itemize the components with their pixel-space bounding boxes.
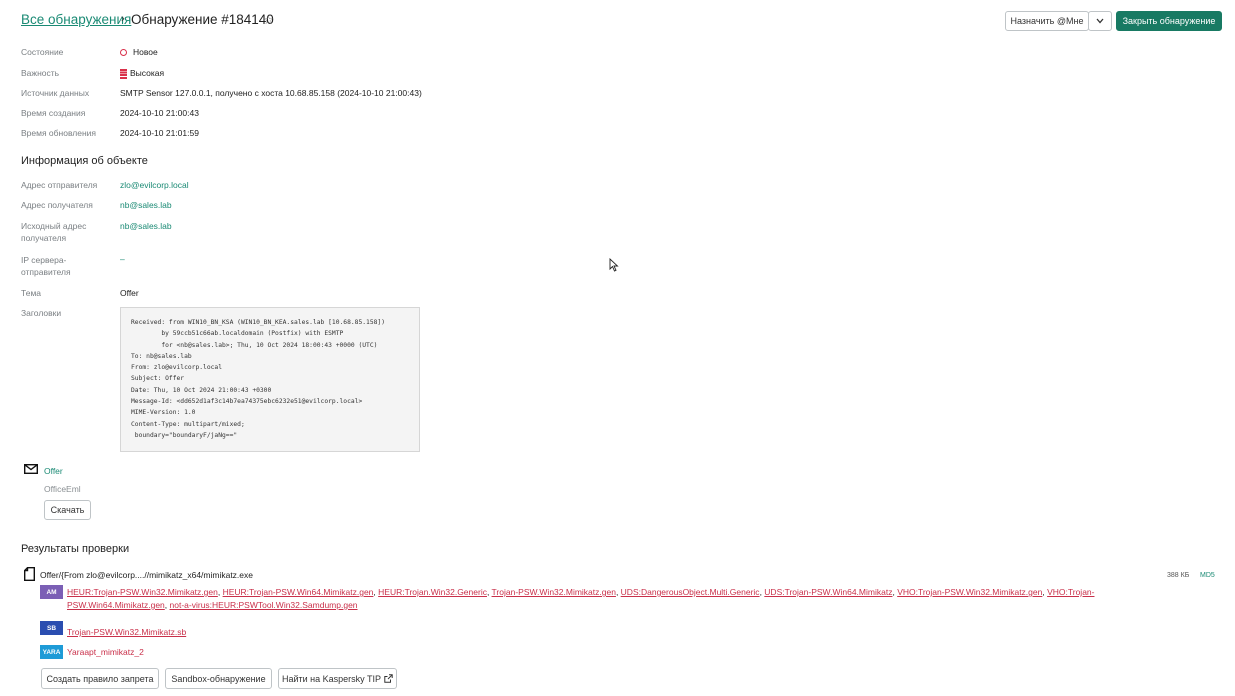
attachment-type: OfficeEml <box>44 484 81 494</box>
state-label: Состояние <box>21 47 64 57</box>
yara-verdict: Yaraapt_mimikatz_2 <box>67 647 144 657</box>
assign-to-me-button[interactable]: Назначить @Мне <box>1005 11 1089 31</box>
sender-value[interactable]: zlo@evilcorp.local <box>120 179 189 191</box>
yara-badge: YARA <box>40 645 63 659</box>
updated-value: 2024-10-10 21:01:59 <box>120 128 199 138</box>
breadcrumb-all-detections-link[interactable]: Все обнаружения <box>21 12 131 27</box>
headers-label: Заголовки <box>21 308 62 318</box>
am-verdict-link[interactable]: UDS:DangerousObject.Multi.Generic <box>621 587 760 597</box>
sb-badge: SB <box>40 621 63 635</box>
recipient-label: Адрес получателя <box>21 200 93 210</box>
status-new-icon <box>120 49 127 57</box>
severity-label: Важность <box>21 68 60 78</box>
star-icon[interactable]: ☆ <box>263 13 274 27</box>
sender-label: Адрес отправителя <box>21 180 98 190</box>
am-verdict-link[interactable]: PSW.Win64.Mimikatz.gen <box>67 600 165 610</box>
created-value: 2024-10-10 21:00:43 <box>120 108 199 118</box>
state-text: Новое <box>133 47 158 57</box>
close-detection-button[interactable]: Закрыть обнаружение <box>1116 11 1222 31</box>
create-block-rule-button[interactable]: Создать правило запрета <box>41 668 159 689</box>
chevron-down-icon <box>1096 18 1104 24</box>
mouse-cursor-icon <box>609 258 619 272</box>
source-label: Источник данных <box>21 88 90 98</box>
state-value: Новое <box>120 46 158 58</box>
external-link-icon <box>384 674 393 683</box>
orig-recipient-label: Исходный адрес получателя <box>21 221 87 243</box>
updated-label: Время обновления <box>21 128 97 138</box>
results-title: Результаты проверки <box>21 543 130 555</box>
scanned-file-path: Offer/{From zlo@evilcorp....//mimikatz_x… <box>40 570 253 580</box>
am-verdict-link[interactable]: UDS:Trojan-PSW.Win64.Mimikatz <box>764 587 892 597</box>
am-verdict-link[interactable]: HEUR:Trojan-PSW.Win64.Mimikatz.gen <box>223 587 374 597</box>
am-verdicts-line2: PSW.Win64.Mimikatz.gen, not-a-virus:HEUR… <box>67 600 358 610</box>
email-headers-text: Received: from WIN10_BN_KSA (WIN10_BN_KE… <box>131 319 386 439</box>
source-value: SMTP Sensor 127.0.0.1, получено с хоста … <box>120 88 422 98</box>
attachment-name-link[interactable]: Offer <box>44 465 63 477</box>
ip-label: IP сервера-отправителя <box>21 255 71 277</box>
severity-value: Высокая <box>120 67 164 79</box>
sandbox-detection-button[interactable]: Sandbox-обнаружение <box>165 668 272 689</box>
create-block-rule-label: Создать правило запрета <box>46 673 154 684</box>
file-size: 388 КБ <box>1167 572 1190 579</box>
am-verdict-link[interactable]: not-a-virus:HEUR:PSWTool.Win32.Samdump.g… <box>170 600 358 610</box>
am-badge: AM <box>40 585 63 599</box>
kaspersky-tip-label: Найти на Kaspersky TIP <box>281 673 381 684</box>
am-verdict-link[interactable]: Trojan-PSW.Win32.Mimikatz.gen <box>492 587 616 597</box>
kaspersky-tip-button[interactable]: Найти на Kaspersky TIP <box>278 668 397 689</box>
file-icon <box>24 567 35 581</box>
created-label: Время создания <box>21 108 86 118</box>
assign-dropdown-button[interactable] <box>1088 11 1112 31</box>
am-verdict-link[interactable]: VHO:Trojan-PSW.Win32.Mimikatz.gen <box>897 587 1042 597</box>
breadcrumb-separator: › <box>121 13 125 25</box>
mail-icon <box>24 464 38 474</box>
email-headers-box: Received: from WIN10_BN_KSA (WIN10_BN_KE… <box>120 307 420 452</box>
object-info-title: Информация об объекте <box>21 155 148 167</box>
page-title: Обнаружение #184140 <box>131 12 274 27</box>
severity-high-icon <box>120 68 127 79</box>
sb-verdict-link[interactable]: Trojan-PSW.Win32.Mimikatz.sb <box>67 627 186 637</box>
severity-text: Высокая <box>130 68 165 78</box>
am-verdicts-line1: HEUR:Trojan-PSW.Win32.Mimikatz.gen, HEUR… <box>67 587 1095 597</box>
am-verdict-link[interactable]: VHO:Trojan- <box>1047 587 1094 597</box>
subject-value: Offer <box>120 288 139 298</box>
recipient-value[interactable]: nb@sales.lab <box>120 199 172 211</box>
ip-value: – <box>120 254 125 264</box>
download-button[interactable]: Скачать <box>44 500 91 520</box>
sandbox-detection-label: Sandbox-обнаружение <box>171 673 266 684</box>
am-verdict-link[interactable]: HEUR:Trojan.Win32.Generic <box>378 587 487 597</box>
hash-md5-link[interactable]: MD5 <box>1200 570 1215 582</box>
sb-verdict-row: Trojan-PSW.Win32.Mimikatz.sb <box>67 622 186 640</box>
assign-to-me-label: Назначить @Мне <box>1010 16 1084 26</box>
download-label: Скачать <box>50 505 85 515</box>
orig-recipient-value[interactable]: nb@sales.lab <box>120 220 172 232</box>
close-detection-label: Закрыть обнаружение <box>1122 16 1216 26</box>
subject-label: Тема <box>21 288 42 298</box>
md5-label: MD5 <box>1200 572 1215 579</box>
am-verdict-link[interactable]: HEUR:Trojan-PSW.Win32.Mimikatz.gen <box>67 587 218 597</box>
